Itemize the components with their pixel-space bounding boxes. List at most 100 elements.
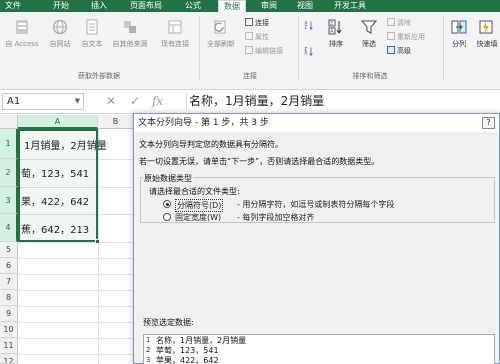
cell-a3[interactable]: 果，422，642 [21, 193, 89, 208]
text-to-columns-button[interactable]: 分列 [446, 18, 472, 49]
tab-developer[interactable]: 开发工具 [330, 0, 370, 12]
row-header-10[interactable]: 10 [0, 322, 18, 338]
dialog-info-line-1: 文本分列向导判定您的数据具有分隔符。 [139, 140, 283, 149]
svg-text:Z: Z [304, 25, 307, 30]
clear-icon [387, 18, 395, 26]
row-header-8[interactable]: 8 [0, 290, 18, 306]
grid-line [18, 338, 134, 339]
properties-icon [245, 32, 253, 40]
connections-item[interactable]: 连接 [245, 18, 269, 29]
filter-funnel-icon [360, 20, 378, 34]
chevron-down-icon[interactable]: ▼ [75, 94, 80, 109]
reapply-icon [387, 32, 395, 40]
text-to-columns-icon [451, 20, 467, 34]
tab-review[interactable]: 审阅 [256, 0, 282, 12]
grid-line [18, 258, 134, 259]
text-file-icon [86, 19, 98, 35]
preview-line-number: 1 [146, 336, 151, 344]
sort-az-button[interactable]: AZ [300, 20, 318, 35]
original-data-type-heading: 原始数据类型 [143, 173, 193, 184]
dialog-info-line-2: 若一切设置无误，请单击“下一步”，否则请选择最合适的数据类型。 [139, 157, 380, 166]
column-header-a[interactable]: A [18, 115, 98, 129]
clear-filter-item[interactable]: 清除 [387, 18, 411, 29]
formula-bar: A1 ▼ ✕ ✓ fx 名称，1月销量，2月销量 [0, 90, 500, 114]
link-icon [245, 18, 253, 26]
other-sources-icon [124, 21, 136, 33]
from-other-sources-button[interactable]: 自其他来源 [108, 18, 152, 49]
tab-view[interactable]: 视图 [292, 0, 318, 12]
row-header-1[interactable]: 1 [0, 129, 18, 159]
edit-links-icon [245, 46, 253, 54]
group-label-get-external: 获取外部数据 [78, 72, 120, 80]
sort-icon: ZA [328, 19, 342, 35]
delimited-option-desc: - 用分隔字符，如逗号或制表符分隔每个字段 [237, 200, 395, 209]
tab-data[interactable]: 数据 [218, 0, 246, 12]
grid-line [18, 242, 134, 243]
group-label-connections: 连接 [243, 72, 257, 80]
sort-za-button[interactable]: ZA [300, 46, 318, 61]
existing-connections-button[interactable]: 现有连接 [156, 18, 194, 49]
ribbon: 自 Access 自网站 自文本 自其他来源 现有连接 获取外部数据 全部刷新 … [0, 12, 500, 90]
from-web-button[interactable]: 自网站 [44, 18, 76, 49]
row-header-6[interactable]: 6 [0, 258, 18, 274]
delimited-radio[interactable] [163, 200, 171, 208]
connections-icon [168, 20, 182, 34]
reapply-item[interactable]: 重新应用 [387, 32, 425, 43]
insert-function-icon[interactable]: fx [152, 93, 163, 110]
filter-button[interactable]: 筛选 [354, 18, 384, 49]
cell-a2[interactable]: 萄，123，541 [21, 165, 89, 180]
fixed-width-option-label[interactable]: 固定宽度(W) [175, 212, 221, 223]
name-box[interactable]: A1 ▼ [2, 93, 84, 110]
sort-button[interactable]: ZA 排序 [320, 18, 352, 49]
flash-fill-icon [479, 20, 493, 34]
cell-a1[interactable]: 1月销量，2月销量 [24, 137, 107, 152]
sort-za-icon: ZA [304, 47, 313, 57]
dialog-title: 文本分列向导 - 第 1 步，共 3 步 [138, 118, 269, 128]
row-header-11[interactable]: 11 [0, 338, 18, 354]
row-header-12[interactable]: 12 [0, 354, 18, 364]
tab-page-layout[interactable]: 页面布局 [126, 0, 166, 12]
cell-a4[interactable]: 蕉，642，213 [21, 221, 89, 236]
access-icon [16, 20, 28, 34]
column-header-b[interactable]: B [98, 115, 134, 129]
group-separator [298, 16, 299, 80]
from-access-button[interactable]: 自 Access [2, 18, 42, 49]
row-header-4[interactable]: 4 [0, 214, 18, 242]
preview-line: 苹果，422，642 [156, 356, 219, 364]
svg-text:Z: Z [330, 21, 334, 27]
cancel-icon[interactable]: ✕ [106, 93, 116, 110]
row-header-3[interactable]: 3 [0, 187, 18, 214]
select-all-corner[interactable] [0, 115, 18, 129]
help-button[interactable]: ? [482, 117, 495, 129]
tab-formulas[interactable]: 公式 [180, 0, 206, 12]
data-preview-box[interactable]: 1 名称，1月销量，2月销量 2 苹萄，123，541 3 苹果，422，642 [143, 334, 495, 364]
delimited-option-label[interactable]: 分隔符号(D) [175, 199, 224, 212]
grid-line [18, 306, 134, 307]
svg-text:A: A [330, 29, 334, 35]
grid-line [98, 129, 99, 364]
tab-home[interactable]: 开始 [48, 0, 74, 12]
row-header-7[interactable]: 7 [0, 274, 18, 290]
enter-icon[interactable]: ✓ [130, 93, 140, 110]
grid-line [18, 322, 134, 323]
tab-file[interactable]: 文件 [0, 0, 26, 12]
refresh-all-button[interactable]: 全部刷新 [202, 18, 240, 49]
from-text-button[interactable]: 自文本 [76, 18, 108, 49]
advanced-filter-item[interactable]: 高级 [387, 46, 411, 57]
dialog-title-bar: 文本分列向导 - 第 1 步，共 3 步 ? [134, 114, 499, 132]
properties-item[interactable]: 属性 [245, 32, 269, 43]
preview-line-number: 3 [146, 356, 151, 364]
group-separator [443, 16, 444, 80]
svg-text:A: A [304, 51, 307, 56]
fill-handle[interactable] [95, 239, 100, 244]
preview-label: 预览选定数据: [143, 318, 194, 327]
flash-fill-button[interactable]: 快速填 [474, 18, 500, 49]
row-header-2[interactable]: 2 [0, 159, 18, 187]
row-header-5[interactable]: 5 [0, 242, 18, 258]
row-header-9[interactable]: 9 [0, 306, 18, 322]
fixed-width-radio[interactable] [163, 213, 171, 221]
tab-insert[interactable]: 插入 [86, 0, 112, 12]
edit-links-item[interactable]: 编辑链接 [245, 46, 283, 57]
sort-az-icon: AZ [304, 21, 313, 31]
formula-input[interactable]: 名称，1月销量，2月销量 [186, 93, 498, 110]
